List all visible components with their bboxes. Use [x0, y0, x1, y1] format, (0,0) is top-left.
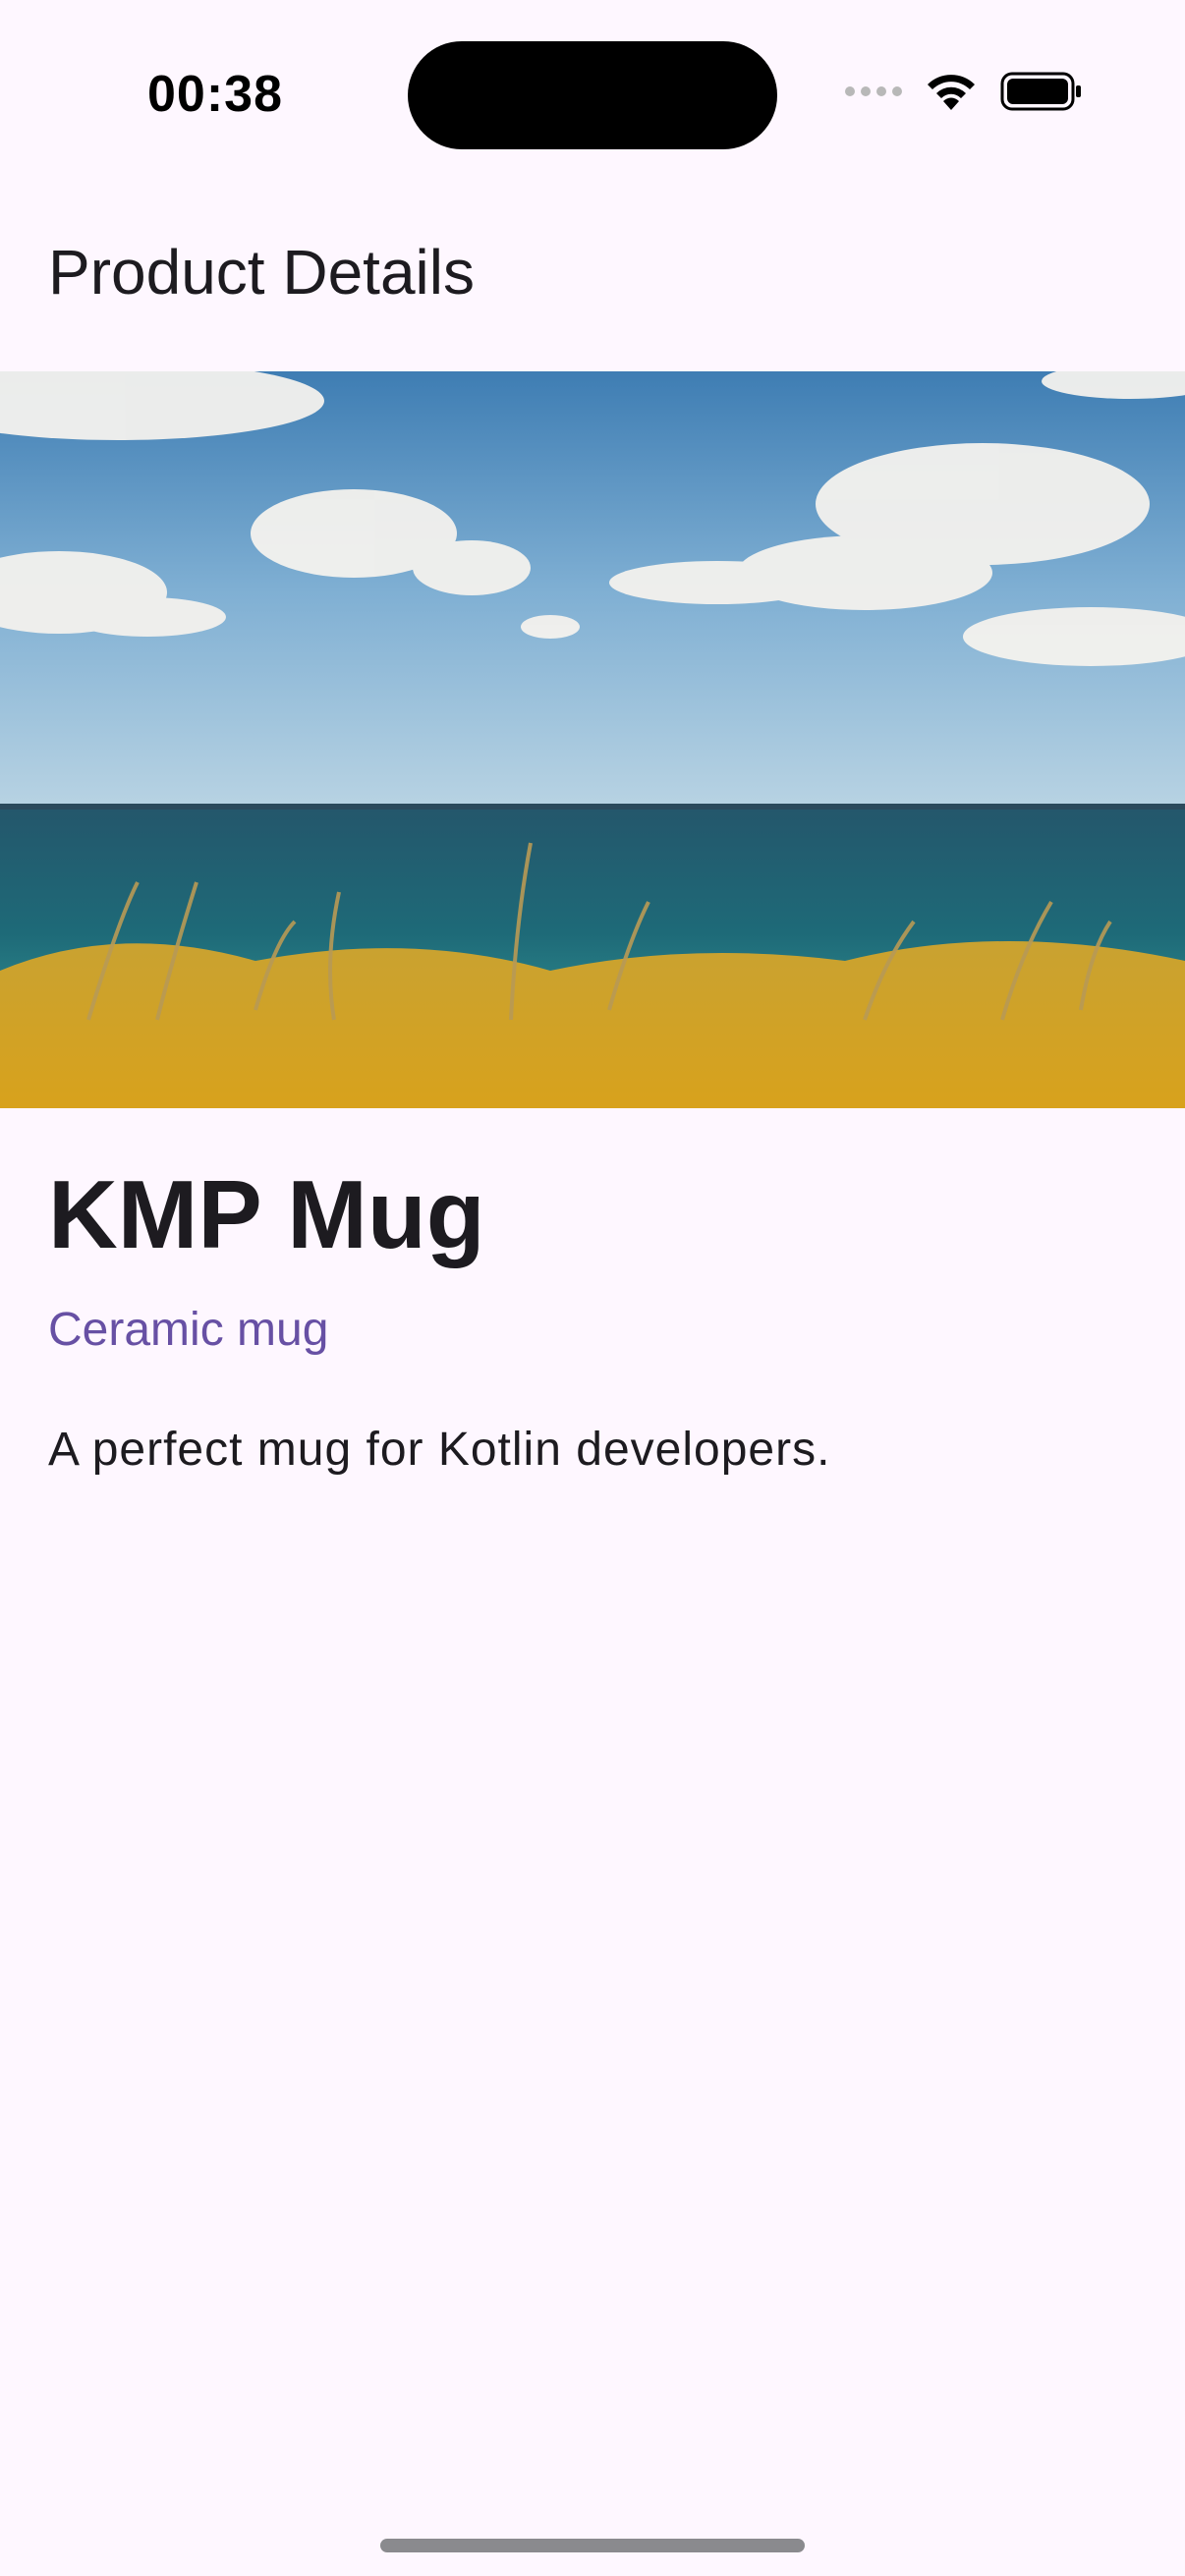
- status-bar: 00:38: [0, 0, 1185, 187]
- signal-dots-icon: [845, 86, 902, 96]
- status-icons: [845, 71, 1083, 112]
- status-time: 00:38: [147, 66, 283, 123]
- wifi-icon: [928, 75, 975, 110]
- dynamic-island: [408, 41, 777, 149]
- battery-icon: [1000, 72, 1081, 111]
- product-name: KMP Mug: [48, 1160, 485, 1268]
- page-title: Product Details: [48, 237, 475, 308]
- product-description: A perfect mug for Kotlin developers.: [48, 1424, 831, 1476]
- home-indicator[interactable]: [380, 2539, 805, 2552]
- top-app-bar: Product Details: [0, 187, 1185, 371]
- product-category: Ceramic mug: [48, 1304, 329, 1356]
- product-image: [0, 371, 1185, 1108]
